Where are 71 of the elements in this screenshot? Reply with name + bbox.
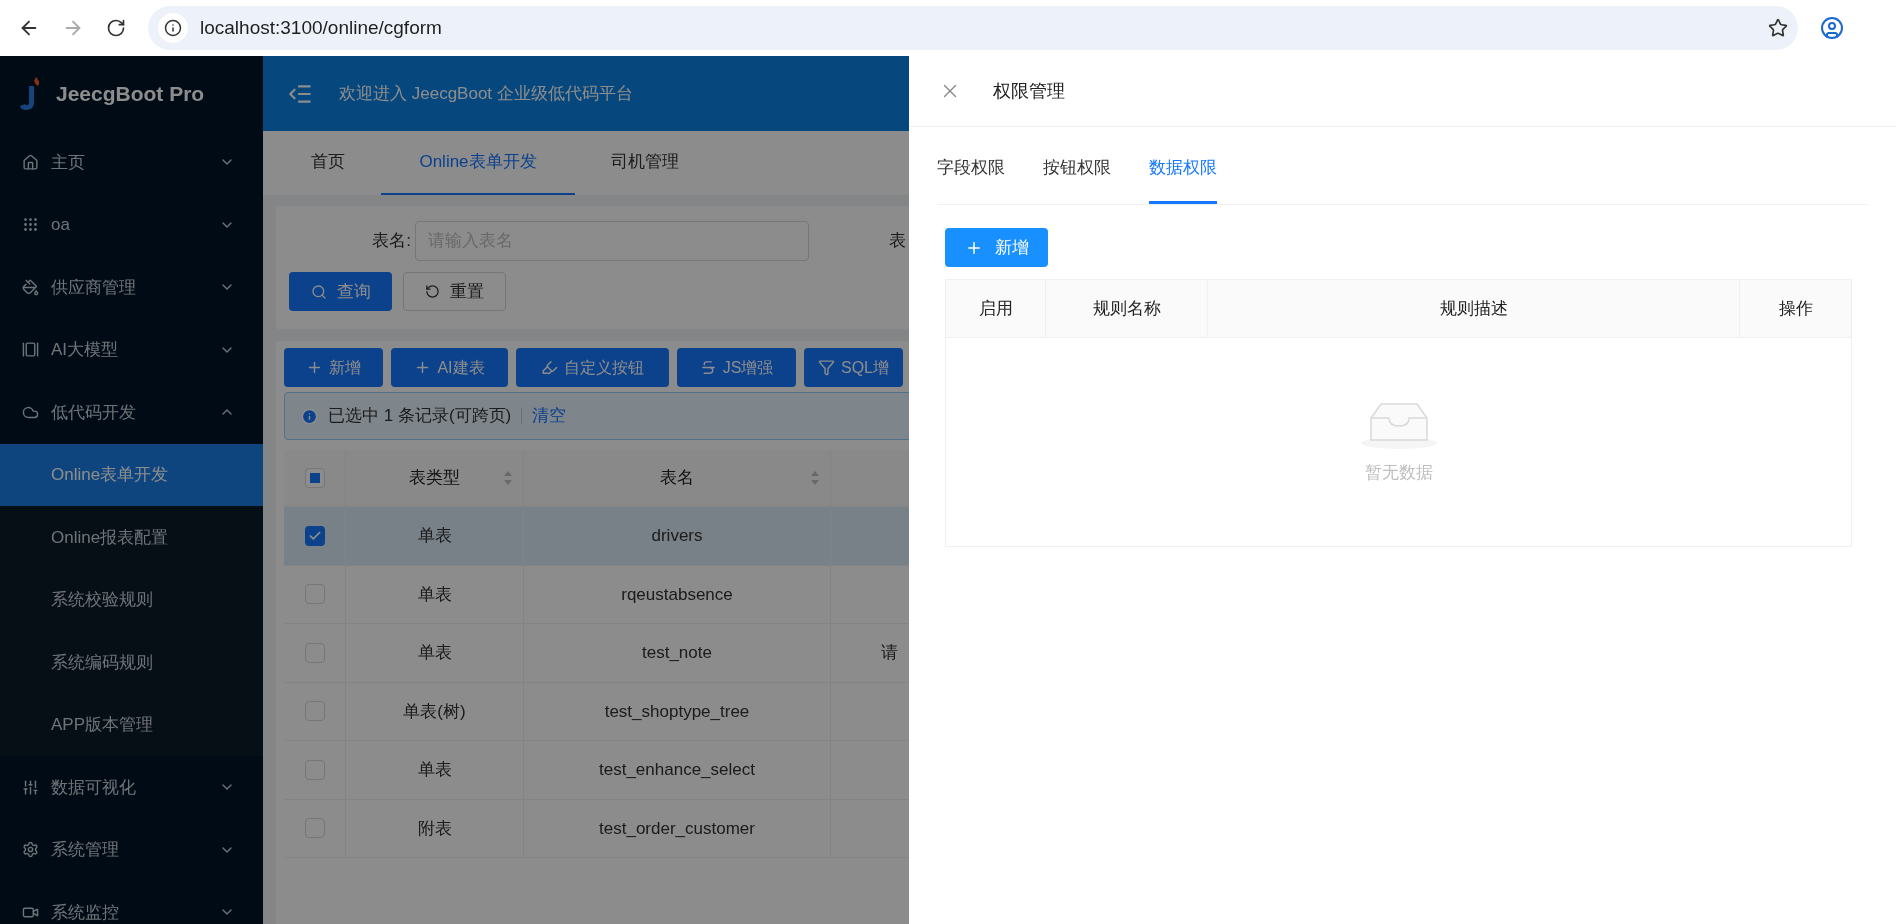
table-cell: 单表 xyxy=(346,741,524,799)
column-header: 启用 xyxy=(946,280,1046,337)
profile-icon[interactable] xyxy=(1820,16,1844,40)
reset-button[interactable]: 重置 xyxy=(403,272,506,311)
button-icon xyxy=(306,359,323,376)
table-cell: drivers xyxy=(524,507,831,565)
column-header: 规则描述 xyxy=(1208,280,1740,337)
permission-tab[interactable]: 字段权限 xyxy=(937,135,1005,204)
page-tab[interactable]: 司机管理 xyxy=(575,131,715,195)
permission-tab[interactable]: 数据权限 xyxy=(1149,135,1217,204)
reset-icon xyxy=(425,284,440,299)
menu-item[interactable]: 供应商管理 xyxy=(0,256,263,319)
search-icon xyxy=(310,283,327,300)
menu-item[interactable]: 系统监控 xyxy=(0,881,263,924)
table-cell: test_shoptype_tree xyxy=(524,682,831,740)
add-button[interactable]: 新增 xyxy=(945,228,1048,267)
submenu-item[interactable]: 系统校验规则 xyxy=(0,568,263,631)
url-text: localhost:3100/online/cgform xyxy=(200,15,443,40)
page-tab[interactable]: 首页 xyxy=(275,131,381,195)
field-label: 表名: xyxy=(371,230,412,253)
menu-item[interactable]: 低代码开发 xyxy=(0,381,263,444)
toolbar-button[interactable]: JS增强 xyxy=(677,348,796,387)
menu-item[interactable]: oa xyxy=(0,193,263,256)
button-icon xyxy=(541,359,558,376)
sort-icon[interactable] xyxy=(810,470,820,486)
field-label: 表 xyxy=(889,230,906,253)
toolbar-button[interactable]: 自定义按钮 xyxy=(516,348,669,387)
menu-item[interactable]: 数据可视化 xyxy=(0,756,263,819)
permission-tab[interactable]: 按钮权限 xyxy=(1043,135,1111,204)
brand-name: JeecgBoot Pro xyxy=(56,80,205,107)
column-header[interactable]: 表类型 xyxy=(346,450,524,506)
table-cell: test_order_customer xyxy=(524,799,831,857)
info-icon[interactable] xyxy=(164,19,182,37)
drawer-title: 权限管理 xyxy=(993,79,1065,103)
table-cell-text: 请 xyxy=(881,642,898,664)
welcome-text: 欢迎进入 JeecgBoot 企业级低代码平台 xyxy=(339,82,633,105)
submenu-item[interactable]: 系统编码规则 xyxy=(0,631,263,694)
column-header[interactable]: 表名 xyxy=(524,450,831,506)
bookmark-star-icon[interactable] xyxy=(1768,18,1788,38)
submenu-item[interactable]: APP版本管理 xyxy=(0,693,263,756)
submenu-item[interactable]: Online报表配置 xyxy=(0,506,263,569)
table-cell: rqeustabsence xyxy=(524,565,831,623)
toolbar-button[interactable]: AI建表 xyxy=(391,348,508,387)
menu-item[interactable]: AI大模型 xyxy=(0,318,263,381)
toolbar-button[interactable]: SQL增 xyxy=(804,348,903,387)
column-header: 操作 xyxy=(1777,297,1814,320)
table-cell: 单表 xyxy=(346,507,524,565)
alert-message: 已选中 1 条记录(可跨页) xyxy=(328,405,512,428)
table-cell: test_enhance_select xyxy=(524,741,831,799)
checkbox[interactable] xyxy=(304,468,325,488)
table-cell: test_note xyxy=(524,624,831,682)
menu-item[interactable]: 系统管理 xyxy=(0,818,263,881)
submenu-item[interactable]: Online表单开发 xyxy=(0,443,263,506)
column-header: 规则名称 xyxy=(1046,280,1208,337)
sort-icon[interactable] xyxy=(503,470,513,486)
checkbox[interactable] xyxy=(304,525,325,546)
info-icon xyxy=(301,407,318,425)
search-button[interactable]: 查询 xyxy=(289,272,392,311)
address-bar[interactable]: localhost:3100/online/cgform xyxy=(148,6,1798,50)
button-icon xyxy=(818,359,835,376)
button-icon xyxy=(699,359,717,376)
clear-link[interactable]: 清空 xyxy=(532,403,567,429)
table-cell: 单表 xyxy=(346,565,524,623)
table-cell: 附表 xyxy=(346,799,524,857)
toolbar-button[interactable]: 新增 xyxy=(284,348,383,387)
menu-item[interactable]: 主页 xyxy=(0,131,263,194)
reload-icon[interactable] xyxy=(106,18,126,38)
table-cell: 单表(树) xyxy=(346,682,524,740)
empty-text: 暂无数据 xyxy=(1364,462,1433,485)
page-tab[interactable]: Online表单开发 xyxy=(381,131,575,195)
table-cell: 单表 xyxy=(346,624,524,682)
